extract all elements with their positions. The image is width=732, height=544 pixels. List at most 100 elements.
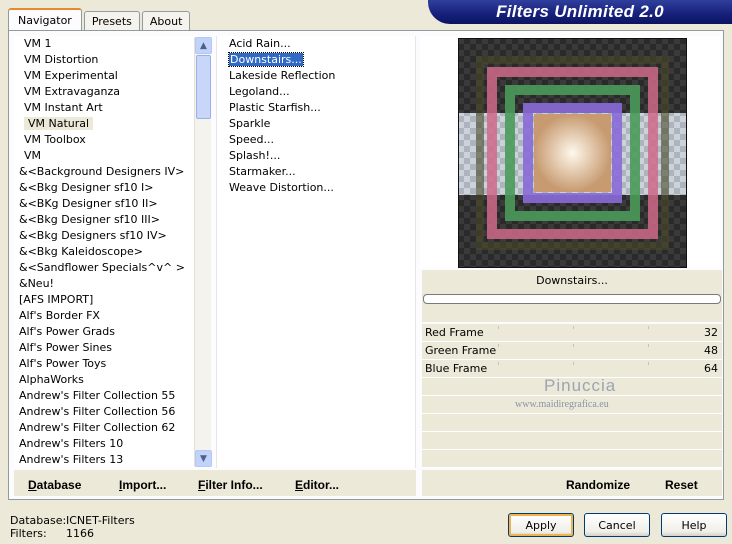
- category-label: Andrew's Filter Collection 55: [19, 389, 176, 402]
- randomize-button[interactable]: Randomize: [566, 478, 630, 492]
- progress-bar: [423, 294, 721, 304]
- filter-item[interactable]: Legoland...: [217, 84, 415, 100]
- reset-button[interactable]: Reset: [665, 478, 698, 492]
- scroll-thumb[interactable]: [196, 55, 211, 119]
- tab-about[interactable]: About: [141, 11, 191, 30]
- param-value: 48: [704, 344, 718, 357]
- category-item[interactable]: Andrew's Filter Collection 62: [14, 420, 210, 436]
- category-label: VM Experimental: [24, 69, 118, 82]
- editor-button[interactable]: Editor...: [295, 478, 339, 492]
- database-button[interactable]: Database: [28, 478, 81, 492]
- category-item[interactable]: &<Sandflower Specials^v^ >: [14, 260, 210, 276]
- category-label: Alf's Power Sines: [19, 341, 112, 354]
- filter-item[interactable]: Weave Distortion...: [217, 180, 415, 196]
- cancel-button[interactable]: Cancel: [584, 513, 650, 537]
- database-accel: D: [28, 478, 37, 492]
- category-label: &<Bkg Designers sf10 IV>: [19, 229, 167, 242]
- category-item[interactable]: VM Experimental: [14, 68, 210, 84]
- category-item[interactable]: &<Bkg Designer sf10 I>: [14, 180, 210, 196]
- category-item[interactable]: &<Bkg Kaleidoscope>: [14, 244, 210, 260]
- filter-item[interactable]: Starmaker...: [217, 164, 415, 180]
- category-item[interactable]: VM Natural: [14, 116, 210, 132]
- category-item[interactable]: AlphaWorks: [14, 372, 210, 388]
- category-label: VM Natural: [24, 117, 94, 130]
- filter-label: Sparkle: [229, 117, 271, 130]
- category-label: VM Instant Art: [24, 101, 103, 114]
- category-item[interactable]: VM Distortion: [14, 52, 210, 68]
- category-label: Alf's Power Grads: [19, 325, 115, 338]
- watermark-url: www.maidiregrafica.eu: [515, 399, 609, 410]
- filter-item[interactable]: Splash!...: [217, 148, 415, 164]
- category-item[interactable]: VM Extravaganza: [14, 84, 210, 100]
- import-rest: mport...: [122, 478, 167, 492]
- filter-item[interactable]: Downstairs...: [217, 52, 415, 68]
- param-value: 32: [704, 326, 718, 339]
- filters-count: 1166: [66, 527, 94, 540]
- filters-label: Filters:: [10, 527, 47, 540]
- category-item[interactable]: [AFS IMPORT]: [14, 292, 210, 308]
- filter-label: Acid Rain...: [229, 37, 291, 50]
- category-scrollbar[interactable]: ▲ ▼: [194, 37, 212, 467]
- apply-button[interactable]: Apply: [508, 513, 574, 537]
- param-green-frame[interactable]: Green Frame 48: [422, 342, 722, 360]
- tab-bar: Navigator Presets About: [8, 8, 192, 30]
- filter-label: Speed...: [229, 133, 274, 146]
- category-item[interactable]: Andrew's Filters 13: [14, 452, 210, 468]
- category-item[interactable]: VM: [14, 148, 210, 164]
- editor-rest: ditor...: [303, 478, 340, 492]
- category-item[interactable]: &<Background Designers IV>: [14, 164, 210, 180]
- database-label: Database:: [10, 514, 67, 527]
- filter-item[interactable]: Plastic Starfish...: [217, 100, 415, 116]
- filter-info-button[interactable]: Filter Info...: [198, 478, 263, 492]
- category-item[interactable]: Alf's Power Sines: [14, 340, 210, 356]
- filter-label: Downstairs...: [228, 52, 304, 67]
- filter-item[interactable]: Sparkle: [217, 116, 415, 132]
- category-label: VM Extravaganza: [24, 85, 121, 98]
- import-button[interactable]: Import...: [119, 478, 166, 492]
- category-label: &<Bkg Designer sf10 III>: [19, 213, 161, 226]
- category-item[interactable]: &<Bkg Designer sf10 III>: [14, 212, 210, 228]
- param-label: Red Frame: [425, 326, 484, 339]
- tab-presets[interactable]: Presets: [83, 11, 140, 30]
- param-value: 64: [704, 362, 718, 375]
- tab-navigator[interactable]: Navigator: [8, 8, 82, 30]
- category-item[interactable]: Alf's Power Grads: [14, 324, 210, 340]
- filter-label: Splash!...: [229, 149, 281, 162]
- param-label: Blue Frame: [425, 362, 488, 375]
- database-value: ICNET-Filters: [66, 514, 135, 527]
- filter-list[interactable]: Acid Rain... Downstairs... Lakeside Reflec…: [216, 36, 416, 468]
- category-label: Alf's Power Toys: [19, 357, 107, 370]
- param-red-frame[interactable]: Red Frame 32: [422, 324, 722, 342]
- param-empty-row: [422, 450, 722, 468]
- category-list[interactable]: VM 1 VM Distortion VM Experimental VM Extra…: [14, 36, 210, 468]
- help-button[interactable]: Help: [661, 513, 727, 537]
- category-item[interactable]: VM Toolbox: [14, 132, 210, 148]
- filter-item[interactable]: Speed...: [217, 132, 415, 148]
- filter-item[interactable]: Lakeside Reflection: [217, 68, 415, 84]
- param-empty-row: [422, 414, 722, 432]
- category-label: VM Toolbox: [24, 133, 86, 146]
- category-item[interactable]: VM Instant Art: [14, 100, 210, 116]
- category-item[interactable]: Andrew's Filter Collection 56: [14, 404, 210, 420]
- category-item[interactable]: VM 1: [14, 36, 210, 52]
- filter-label: Lakeside Reflection: [229, 69, 336, 82]
- category-item[interactable]: &Neu!: [14, 276, 210, 292]
- category-item[interactable]: Alf's Power Toys: [14, 356, 210, 372]
- category-item[interactable]: &<BKg Designer sf10 II>: [14, 196, 210, 212]
- database-rest: atabase: [36, 478, 82, 492]
- downstairs-preview-graphic: [458, 38, 687, 268]
- watermark-name: Pinuccia: [544, 376, 617, 395]
- category-label: &<Bkg Kaleidoscope>: [19, 245, 144, 258]
- filter-label: Weave Distortion...: [229, 181, 334, 194]
- category-label: &<Sandflower Specials^v^ >: [19, 261, 185, 274]
- category-label: Andrew's Filter Collection 56: [19, 405, 176, 418]
- category-item[interactable]: Alf's Border FX: [14, 308, 210, 324]
- category-item[interactable]: Andrew's Filter Collection 55: [14, 388, 210, 404]
- scroll-down-button[interactable]: ▼: [195, 450, 212, 467]
- scroll-up-button[interactable]: ▲: [195, 37, 212, 54]
- filter-label: Plastic Starfish...: [229, 101, 321, 114]
- category-label: Andrew's Filters 10: [19, 437, 124, 450]
- filter-item[interactable]: Acid Rain...: [217, 36, 415, 52]
- category-item[interactable]: &<Bkg Designers sf10 IV>: [14, 228, 210, 244]
- category-item[interactable]: Andrew's Filters 10: [14, 436, 210, 452]
